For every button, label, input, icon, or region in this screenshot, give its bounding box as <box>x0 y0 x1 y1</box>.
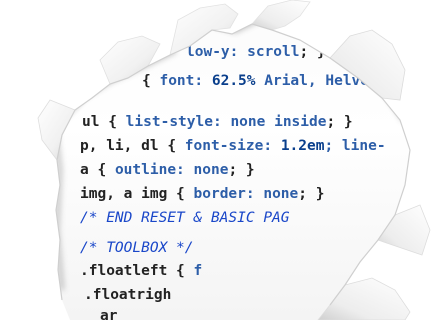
code-line-1: adding: 0; } <box>190 0 295 10</box>
code-line-11: .floatleft { f <box>80 263 202 279</box>
code-token: img, a img <box>80 186 177 202</box>
code-token: none <box>263 186 299 202</box>
code-line-4: ul { list-style: none inside; } <box>82 114 353 130</box>
code-token: adding: 0; } <box>190 0 295 10</box>
code-token: /* END RESET & BASIC PAG <box>80 210 290 226</box>
code-token: a <box>80 162 98 178</box>
code-line-8: /* END RESET & BASIC PAG <box>80 210 290 226</box>
code-line-13: ar <box>100 308 117 320</box>
code-token: { <box>176 186 194 202</box>
code-token: ul <box>82 114 109 130</box>
code-token: border: <box>193 186 264 202</box>
code-token: { <box>108 114 126 130</box>
code-token: { <box>176 263 194 279</box>
code-token: f <box>193 263 203 279</box>
code-token: Arial, Helvet <box>255 73 378 89</box>
css-code-page: adding: 0; } low-y: scroll; } { font: 62… <box>0 0 433 320</box>
code-token: { <box>97 162 115 178</box>
code-token: 62.5% <box>211 73 256 89</box>
code-token: outline: <box>114 162 194 178</box>
code-line-12: .floatrigh <box>84 287 171 303</box>
code-token: ar <box>100 308 118 320</box>
torn-paper-image: adding: 0; } low-y: scroll; } { font: 62… <box>0 0 433 320</box>
code-token: { <box>167 138 185 154</box>
code-token: .floatrigh <box>84 287 172 303</box>
code-token: ; } <box>326 114 353 130</box>
code-token: ; } <box>299 44 326 60</box>
code-line-6: a { outline: none; } <box>80 162 255 178</box>
code-token: none inside <box>230 114 327 130</box>
code-token: { <box>142 73 160 89</box>
code-token: ; } <box>298 186 325 202</box>
code-token: .floatleft <box>80 263 177 279</box>
code-token: none <box>193 162 229 178</box>
code-token: scroll <box>247 44 300 60</box>
code-token: font: <box>159 73 212 89</box>
code-token: 1.2em <box>280 138 325 154</box>
code-token: ; line- <box>324 138 386 154</box>
code-line-3: { font: 62.5% Arial, Helvet <box>142 73 378 89</box>
code-token: list-style: <box>125 114 231 130</box>
code-line-5: p, li, dl { font-size: 1.2em; line- <box>80 138 386 154</box>
code-token: ; } <box>228 162 255 178</box>
code-token: low-y: <box>186 44 248 60</box>
code-token: /* TOOLBOX */ <box>80 240 194 256</box>
code-token: p, li, dl <box>80 138 168 154</box>
code-line-10: /* TOOLBOX */ <box>80 240 194 256</box>
code-line-2: low-y: scroll; } <box>186 44 326 60</box>
code-token: font-size: <box>184 138 281 154</box>
code-line-7: img, a img { border: none; } <box>80 186 324 202</box>
